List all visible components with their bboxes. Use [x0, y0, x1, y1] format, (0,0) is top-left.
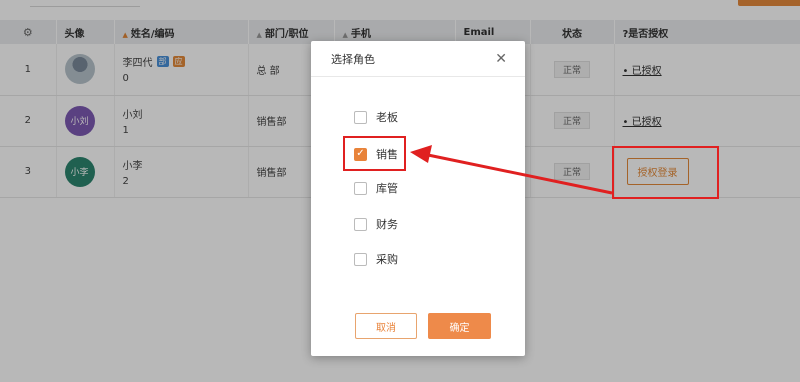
arrow-line	[427, 153, 613, 195]
arrow-head	[410, 145, 432, 163]
annotation-arrow	[410, 145, 613, 195]
